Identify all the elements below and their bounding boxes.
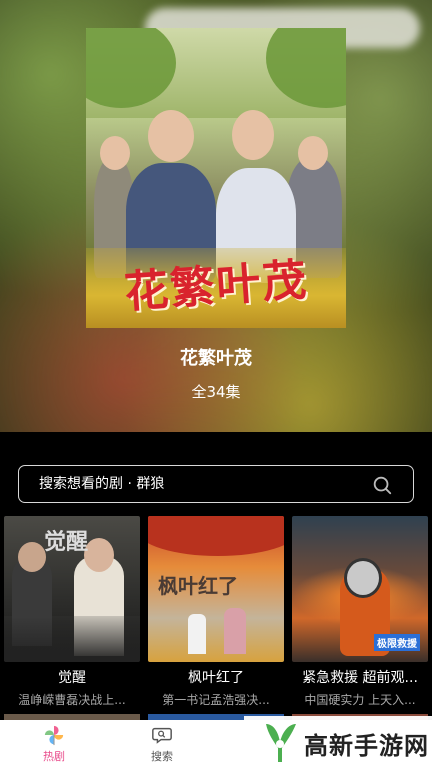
hero-banner[interactable]: 花繁叶茂 花繁叶茂 全34集	[0, 0, 432, 432]
thumbnail-title-art: 觉醒	[44, 529, 89, 555]
site-watermark: 高新手游网	[244, 716, 432, 768]
drama-thumbnail[interactable]: 枫叶红了	[148, 516, 284, 662]
hero-poster[interactable]: 花繁叶茂	[86, 28, 346, 328]
tab-label: 热剧	[43, 750, 65, 763]
show-title: 花繁叶茂	[180, 348, 252, 369]
search-icon[interactable]	[371, 474, 393, 496]
drama-description: 第一书记孟浩强决...	[162, 693, 270, 707]
pinwheel-icon	[44, 725, 64, 746]
drama-title: 紧急救援 超前观...	[302, 670, 418, 686]
search-chat-icon	[152, 727, 172, 744]
drama-thumbnail[interactable]: 觉醒	[4, 516, 140, 662]
watermark-logo-icon	[266, 724, 296, 762]
drama-card[interactable]: 觉醒 觉醒 温峥嵘曹磊决战上...	[4, 516, 140, 716]
thumbnail-title-art: 枫叶红了	[158, 574, 238, 598]
drama-description: 温峥嵘曹磊决战上...	[18, 693, 126, 707]
tab-hot-dramas[interactable]: 热剧	[24, 724, 84, 768]
watermark-text: 高新手游网	[304, 732, 429, 760]
drama-card[interactable]: 枫叶红了 枫叶红了 第一书记孟浩强决...	[148, 516, 284, 716]
thumbnail-title-art: 极限救援	[374, 634, 420, 651]
drama-title: 枫叶红了	[188, 670, 244, 686]
tab-label: 搜索	[151, 750, 173, 763]
drama-thumbnail[interactable]: 极限救援	[292, 516, 428, 662]
drama-list: 觉醒 觉醒 温峥嵘曹磊决战上... 枫叶红了 枫叶红了 第一书记孟浩强决... …	[0, 516, 432, 716]
tab-search[interactable]: 搜索	[132, 724, 192, 768]
episode-count: 全34集	[191, 383, 241, 401]
search-bar[interactable]	[18, 465, 414, 503]
drama-card[interactable]: 极限救援 紧急救援 超前观... 中国硬实力 上天入...	[292, 516, 428, 716]
drama-title: 觉醒	[58, 670, 86, 686]
search-input[interactable]	[39, 466, 359, 502]
drama-description: 中国硬实力 上天入...	[304, 693, 416, 707]
